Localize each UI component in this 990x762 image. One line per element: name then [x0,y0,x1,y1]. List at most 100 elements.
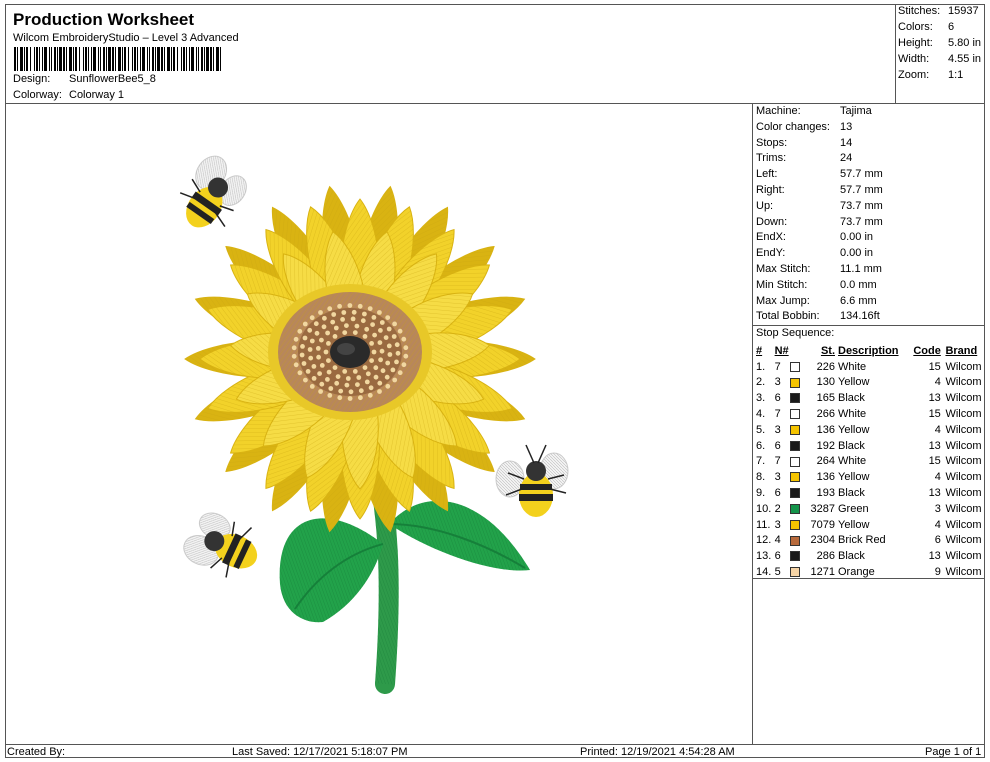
machine-info-value: 0.0 mm [840,278,877,291]
thread-description: Green [838,502,869,515]
col-header-brand: Brand [945,344,978,357]
col-header-needle: N# [774,344,789,357]
machine-info-label: Max Stitch: [756,263,811,275]
needle-number: 6 [774,487,781,500]
color-swatch [789,535,800,546]
colorway-row: Colorway: Colorway 1 [13,89,124,101]
summary-label: Colors: [898,21,933,33]
machine-info-label: Left: [756,168,778,181]
summary-label: Height: [898,37,933,49]
stitch-count: 193 [816,487,835,500]
thread-code: 13 [928,439,941,452]
last-saved: Last Saved: 12/17/2021 5:18:07 PM [232,746,408,758]
thread-brand: Wilcom [945,534,982,547]
design-label: Design: [13,73,51,85]
machine-info-value: 57.7 mm [840,168,883,181]
summary-label: Stitches: [898,5,941,17]
worksheet-footer: Created By: Last Saved: 12/17/2021 5:18:… [5,744,985,758]
machine-info-row: Machine: Tajima [756,105,872,117]
thread-description: Yellow [838,518,870,531]
thread-brand: Wilcom [945,550,982,563]
thread-description: Black [838,439,865,452]
machine-info-value: 13 [840,120,853,133]
thread-brand: Wilcom [945,392,982,405]
summary-label: Zoom: [898,69,930,81]
stop-number: 2. [756,376,766,389]
machine-info-label: Total Bobbin: [756,310,820,323]
created-by: Created By: [7,746,66,758]
summary-value: 4.55 in [948,53,982,65]
machine-info-label: EndX: [756,231,786,244]
bee-right [495,444,569,517]
thread-description: Yellow [838,376,870,389]
color-swatch [789,503,800,514]
software-name: Wilcom EmbroideryStudio – Level 3 Advanc… [13,32,239,44]
stitch-count: 264 [816,455,835,468]
machine-info-row: Max Stitch: 11.1 mm [756,263,882,275]
summary-box: Stitches: 15937 Colors: 6 Height: 5.80 in W… [896,4,985,104]
stitch-count: 2304 [810,534,835,547]
color-swatch [789,361,800,372]
stop-number: 6. [756,439,766,452]
machine-info-row: Min Stitch: 0.0 mm [756,279,877,291]
thread-brand: Wilcom [945,471,982,484]
thread-description: Brick Red [838,534,886,547]
needle-number: 6 [774,439,781,452]
machine-info-value: 14 [840,136,853,149]
stop-number: 10. [756,502,772,515]
stop-number: 11. [756,518,771,531]
barcode [14,47,221,71]
thread-code: 4 [934,518,941,531]
col-header-code: Code [913,344,941,357]
table-row: 6. 6 192 Black 13 Wilcom [753,438,985,454]
table-row: 9. 6 193 Black 13 Wilcom [753,485,985,501]
table-row: 10. 2 3287 Green 3 Wilcom [753,501,985,517]
stop-number: 5. [756,423,766,436]
color-swatch [789,440,800,451]
thread-code: 15 [928,408,941,421]
col-header-stitches: St. [820,344,835,357]
stop-number: 9. [756,487,766,500]
stitch-count: 266 [816,408,835,421]
thread-code: 13 [928,392,941,405]
table-row: 2. 3 130 Yellow 4 Wilcom [753,375,985,391]
thread-description: White [838,360,867,373]
summary-row: Colors: 6 [898,21,954,33]
thread-code: 13 [928,550,941,563]
color-swatch [789,377,800,388]
thread-brand: Wilcom [945,423,982,436]
stitch-count: 192 [816,439,835,452]
summary-row: Zoom: 1:1 [898,69,963,81]
machine-info-label: Right: [756,184,785,196]
stitch-count: 226 [816,360,835,373]
needle-number: 3 [774,376,781,389]
needle-number: 3 [774,423,781,436]
machine-info-row: Up: 73.7 mm [756,200,883,212]
stop-sequence-table: # N# St. Description Code Brand 1. 7 226 Wh… [753,343,985,580]
machine-info-row: Left: 57.7 mm [756,168,883,180]
colorway-label: Colorway: [13,89,62,101]
summary-value: 1:1 [948,69,964,81]
machine-info-label: Stops: [756,136,788,149]
stop-number: 3. [756,392,766,405]
table-row: 5. 3 136 Yellow 4 Wilcom [753,422,985,438]
table-row: 1. 7 226 White 15 Wilcom [753,359,985,375]
bee-top-left [179,155,247,228]
sunflower-center [268,284,432,420]
needle-number: 6 [774,550,781,563]
colorway-value: Colorway 1 [69,89,125,101]
machine-info-panel: Total Bobbin: 134.16ft Max Jump: 6.6 mm Min … [753,104,985,744]
thread-brand: Wilcom [945,408,982,421]
table-row: 12. 4 2304 Brick Red 6 Wilcom [753,533,985,549]
table-row: 8. 3 136 Yellow 4 Wilcom [753,469,985,485]
color-swatch [789,567,800,578]
stitch-count: 165 [816,392,835,405]
color-swatch [789,409,800,420]
machine-info-row: Total Bobbin: 134.16ft [756,310,880,322]
design-value: SunflowerBee5_8 [69,73,156,85]
right-leaf [388,500,530,571]
color-swatch [789,551,800,562]
needle-number: 3 [774,518,781,531]
color-swatch [789,488,800,499]
machine-info-row: Down: 73.7 mm [756,216,883,228]
